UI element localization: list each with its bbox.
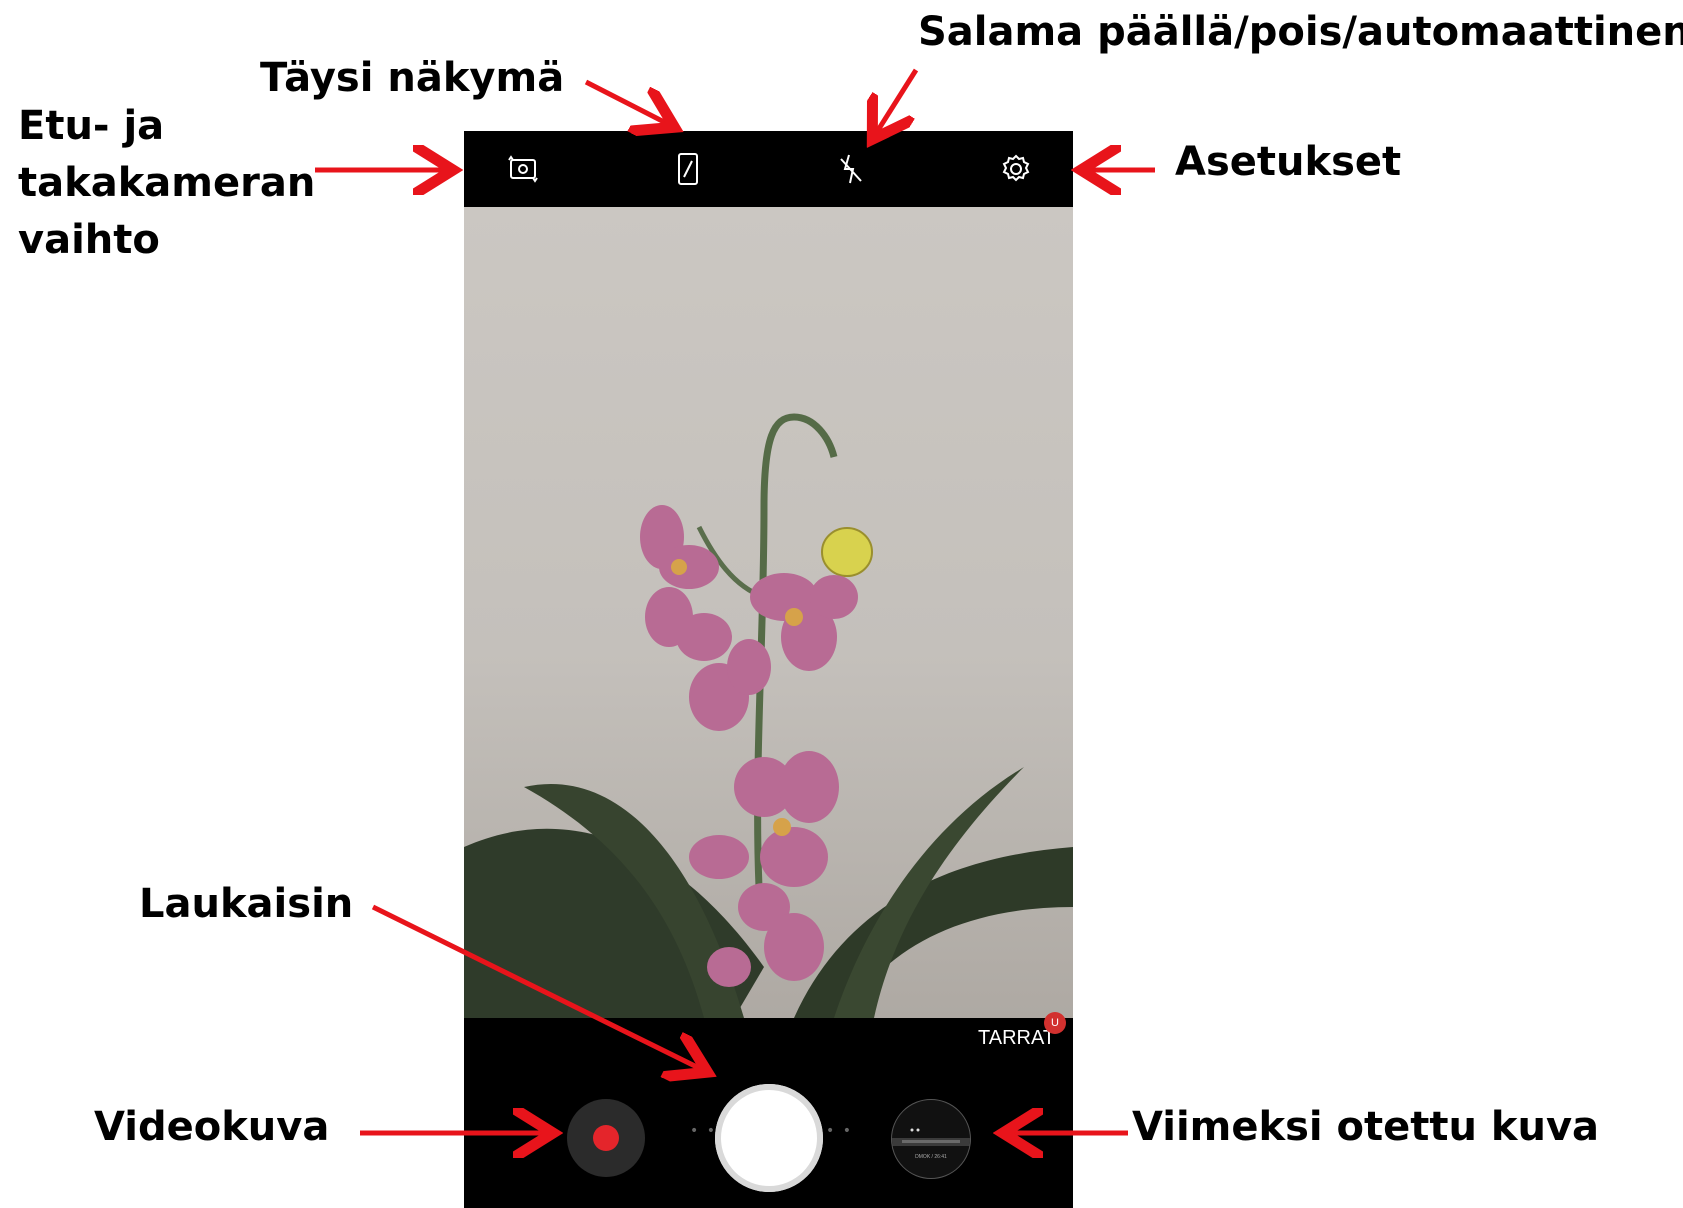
- flash-arrow: [875, 68, 919, 135]
- annotation-arrows: [315, 68, 1155, 1208]
- full-view-arrow: [584, 79, 670, 125]
- shutter-arrow: [371, 904, 703, 1070]
